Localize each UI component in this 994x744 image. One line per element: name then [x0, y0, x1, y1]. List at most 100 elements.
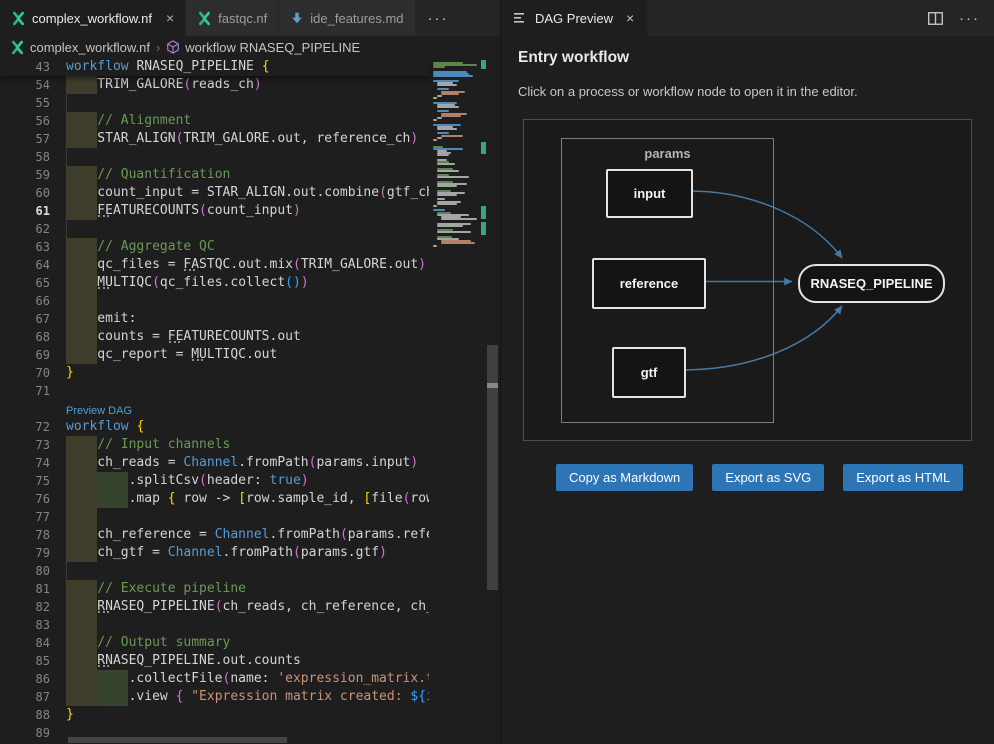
tab-label: complex_workflow.nf [32, 11, 152, 26]
preview-list-icon [514, 12, 528, 24]
horizontal-scrollbar-thumb[interactable] [68, 737, 287, 743]
codelens-preview-dag[interactable]: Preview DAG [66, 402, 132, 418]
line-number: 60 [0, 184, 50, 202]
dag-preview-panel: DAG Preview × ··· Entry workflow Click o… [501, 0, 994, 744]
panel-description: Click on a process or workflow node to o… [518, 84, 858, 99]
code-row: 54TRIM_GALORE(reads_ch) [0, 76, 429, 94]
dag-node-reference[interactable]: reference [592, 258, 706, 309]
code-row: 81// Execute pipeline [0, 580, 429, 598]
nextflow-icon [197, 11, 212, 26]
line-number: 55 [0, 94, 50, 112]
overview-ruler-cursor-mark [487, 383, 498, 388]
nextflow-icon [11, 11, 26, 26]
line-number: 63 [0, 238, 50, 256]
code-row: 79ch_gtf = Channel.fromPath(params.gtf) [0, 544, 429, 562]
line-number: 73 [0, 436, 50, 454]
line-number: 58 [0, 148, 50, 166]
line-number: 84 [0, 634, 50, 652]
tab-ide-features[interactable]: ide_features.md [279, 0, 415, 36]
tab-overflow-button[interactable]: ··· [416, 0, 461, 36]
panel-tab-label: DAG Preview [535, 11, 613, 26]
code-row: 69qc_report = MULTIQC.out [0, 346, 429, 364]
line-number: 89 [0, 724, 50, 742]
code-row: 71 [0, 382, 429, 400]
line-number: 87 [0, 688, 50, 706]
code-row: 85RNASEQ_PIPELINE.out.counts [0, 652, 429, 670]
code-row: 84// Output summary [0, 634, 429, 652]
code-row: 72workflow { [0, 418, 429, 436]
cluster-label: params [562, 146, 773, 161]
code-row: 63// Aggregate QC [0, 238, 429, 256]
markdown-download-icon [290, 11, 304, 25]
page-title: Entry workflow [518, 49, 629, 67]
breadcrumb-symbol[interactable]: workflow RNASEQ_PIPELINE [185, 40, 360, 55]
line-number: 72 [0, 418, 50, 436]
code-row: 87.view { "Expression matrix created: ${… [0, 688, 429, 706]
panel-tabbar: DAG Preview × ··· [501, 0, 994, 36]
panel-content: Entry workflow Click on a process or wor… [501, 36, 994, 744]
dag-node-rnaseq-pipeline[interactable]: RNASEQ_PIPELINE [798, 264, 945, 303]
line-number: 85 [0, 652, 50, 670]
close-icon[interactable]: × [626, 10, 634, 26]
code-row: 58 [0, 148, 429, 166]
line-number: 56 [0, 112, 50, 130]
vscode-window: complex_workflow.nf × fastqc.nf ide_feat… [0, 0, 994, 744]
vertical-scrollbar[interactable] [487, 58, 498, 744]
line-number: 61 [0, 202, 50, 220]
line-number: 83 [0, 616, 50, 634]
line-number: 81 [0, 580, 50, 598]
code-row: 67emit: [0, 310, 429, 328]
sticky-scroll-line[interactable]: 43workflow RNASEQ_PIPELINE { [0, 58, 429, 76]
export-as-svg-button[interactable]: Export as SVG [712, 464, 824, 491]
tab-dag-preview[interactable]: DAG Preview × [501, 0, 647, 36]
editor-tabbar: complex_workflow.nf × fastqc.nf ide_feat… [0, 0, 500, 36]
line-number: 69 [0, 346, 50, 364]
code-row: 76.map { row -> [row.sample_id, [file(ro… [0, 490, 429, 508]
code-row: 60count_input = STAR_ALIGN.out.combine(g… [0, 184, 429, 202]
code-row: 55 [0, 94, 429, 112]
tab-complex-workflow[interactable]: complex_workflow.nf × [0, 0, 186, 36]
tab-fastqc[interactable]: fastqc.nf [186, 0, 279, 36]
code-row: 80 [0, 562, 429, 580]
line-number: 65 [0, 274, 50, 292]
line-number: 64 [0, 256, 50, 274]
code-row: 73// Input channels [0, 436, 429, 454]
vertical-scrollbar-thumb[interactable] [487, 345, 498, 590]
line-number: 80 [0, 562, 50, 580]
export-button-row: Copy as Markdown Export as SVG Export as… [556, 464, 963, 491]
overview-ruler [481, 58, 486, 744]
line-number: 74 [0, 454, 50, 472]
dag-node-gtf[interactable]: gtf [612, 347, 686, 398]
code-lines[interactable]: 54TRIM_GALORE(reads_ch)5556// Alignment5… [0, 76, 429, 742]
more-actions-icon[interactable]: ··· [959, 10, 980, 27]
minimap[interactable] [429, 58, 487, 258]
export-as-html-button[interactable]: Export as HTML [843, 464, 963, 491]
line-number: 57 [0, 130, 50, 148]
line-number: 70 [0, 364, 50, 382]
code-editor[interactable]: 43workflow RNASEQ_PIPELINE { 54TRIM_GALO… [0, 58, 500, 744]
line-number: 78 [0, 526, 50, 544]
breadcrumb-file[interactable]: complex_workflow.nf [30, 40, 150, 55]
line-number: 68 [0, 328, 50, 346]
codelens-row[interactable]: Preview DAG [0, 400, 429, 418]
line-number: 67 [0, 310, 50, 328]
line-number: 88 [0, 706, 50, 724]
panel-actions: ··· [928, 0, 994, 36]
breadcrumb[interactable]: complex_workflow.nf › workflow RNASEQ_PI… [0, 36, 500, 58]
dag-node-input[interactable]: input [606, 169, 693, 218]
split-editor-icon[interactable] [928, 12, 943, 25]
code-row: 56// Alignment [0, 112, 429, 130]
line-number: 76 [0, 490, 50, 508]
code-row: 82RNASEQ_PIPELINE(ch_reads, ch_reference… [0, 598, 429, 616]
code-row: 43workflow RNASEQ_PIPELINE { [0, 58, 429, 76]
line-number: 54 [0, 76, 50, 94]
close-icon[interactable]: × [166, 11, 174, 25]
line-number: 43 [0, 58, 50, 76]
nextflow-icon [10, 40, 25, 55]
tab-label: ide_features.md [310, 11, 403, 26]
copy-as-markdown-button[interactable]: Copy as Markdown [556, 464, 693, 491]
line-number: 66 [0, 292, 50, 310]
code-row: 57STAR_ALIGN(TRIM_GALORE.out, reference_… [0, 130, 429, 148]
tab-label: fastqc.nf [218, 11, 267, 26]
line-number: 79 [0, 544, 50, 562]
